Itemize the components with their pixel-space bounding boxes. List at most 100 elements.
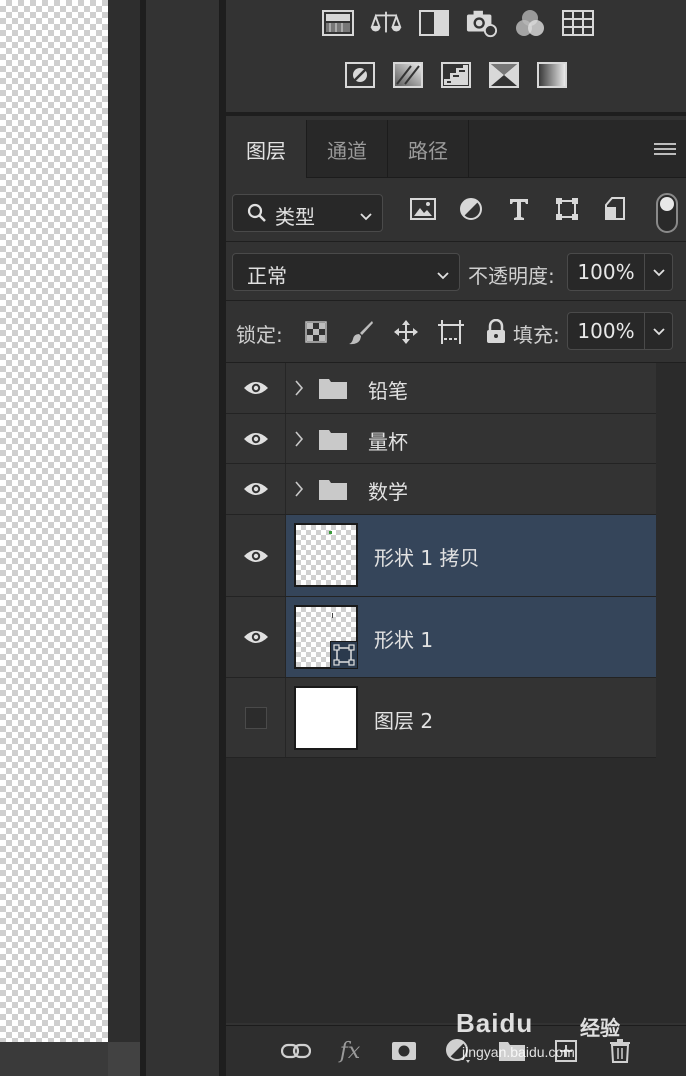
lock-label: 锁定: <box>236 323 283 347</box>
link-layers-icon[interactable] <box>276 1036 316 1066</box>
channel-mixer-icon[interactable] <box>514 6 546 40</box>
visibility-toggle[interactable] <box>226 414 286 463</box>
blend-row: 正常 不透明度: 100% <box>226 242 686 301</box>
layers-list: 铅笔 量杯 数学 形状 1 拷贝 形状 1 图层 2 <box>226 363 656 1023</box>
canvas-corner <box>108 1042 140 1076</box>
tab-paths[interactable]: 路径 <box>388 120 468 178</box>
chevron-down-icon <box>435 264 451 288</box>
visibility-toggle[interactable] <box>226 464 286 514</box>
layer-filter-row: 类型 <box>226 179 686 242</box>
posterize-icon[interactable] <box>392 58 424 92</box>
fill-field[interactable]: 100% <box>567 312 645 350</box>
visibility-toggle[interactable] <box>226 363 286 413</box>
invert-icon[interactable] <box>344 58 376 92</box>
canvas-bottom-bar <box>0 1042 108 1076</box>
selective-color-icon[interactable] <box>488 58 520 92</box>
right-panel-dock: 图层 通道 路径 类型 正常 不透明度: 100% 锁定: 填充: 100% 铅… <box>226 0 686 1076</box>
opacity-dropdown-button[interactable] <box>645 253 673 291</box>
chevron-right-icon[interactable] <box>292 478 306 500</box>
opacity-label: 不透明度: <box>468 264 555 288</box>
folder-icon <box>318 376 348 400</box>
filter-toggle[interactable] <box>656 193 678 233</box>
adjustment-filter-icon[interactable] <box>454 191 488 227</box>
blend-mode-dropdown[interactable]: 正常 <box>232 253 460 291</box>
shape-mark <box>332 613 333 618</box>
tab-divider <box>468 120 469 178</box>
watermark-brand: Baidu <box>456 1008 534 1038</box>
panel-menu-icon[interactable] <box>654 140 676 158</box>
adjustments-row-1 <box>226 6 686 40</box>
layer-group-row[interactable]: 量杯 <box>226 414 656 464</box>
layer-thumbnail <box>294 523 358 587</box>
chevron-down-icon <box>652 269 665 277</box>
adjustments-panel <box>226 0 686 116</box>
shape-layer-badge-icon <box>330 641 358 669</box>
canvas-vertical-scrollbar[interactable] <box>108 0 140 1042</box>
threshold-icon[interactable] <box>440 58 472 92</box>
lock-transparent-pixels-icon[interactable] <box>300 315 332 349</box>
tab-label: 路径 <box>408 138 448 163</box>
collapsed-panel-dock <box>146 0 220 1076</box>
levels-icon[interactable] <box>322 6 354 40</box>
visibility-toggle[interactable] <box>226 515 286 596</box>
fx-label: fx <box>339 1038 361 1064</box>
lock-icons <box>300 315 512 349</box>
watermark-suffix: 经验 <box>580 1016 620 1040</box>
layer-name: 形状 1 <box>374 628 434 652</box>
eye-icon <box>243 631 268 643</box>
adjustments-row-2 <box>226 58 686 92</box>
hidden-box-icon <box>244 706 267 729</box>
layer-group-row[interactable]: 铅笔 <box>226 363 656 414</box>
layer-group-row[interactable]: 数学 <box>226 464 656 515</box>
blend-mode-value: 正常 <box>247 264 287 288</box>
black-white-icon[interactable] <box>418 6 450 40</box>
balance-icon[interactable] <box>370 6 402 40</box>
add-mask-icon[interactable] <box>384 1036 424 1066</box>
lock-row: 锁定: 填充: 100% <box>226 301 686 363</box>
visibility-toggle[interactable] <box>226 678 286 757</box>
chevron-down-icon <box>652 328 665 336</box>
color-lookup-icon[interactable] <box>562 6 594 40</box>
eye-icon <box>243 483 268 495</box>
layer-style-fx-button[interactable]: fx <box>330 1036 370 1066</box>
opacity-field[interactable]: 100% <box>567 253 645 291</box>
lock-image-pixels-icon[interactable] <box>345 315 377 349</box>
chevron-right-icon[interactable] <box>292 428 306 450</box>
smart-object-filter-icon[interactable] <box>598 191 632 227</box>
layer-shape-row[interactable]: 形状 1 <box>226 597 656 678</box>
document-canvas[interactable] <box>0 0 108 1042</box>
lock-position-icon[interactable] <box>390 315 422 349</box>
layer-name: 形状 1 拷贝 <box>374 546 480 570</box>
layer-shape-row[interactable]: 形状 1 拷贝 <box>226 515 656 597</box>
layer-name: 量杯 <box>368 430 408 454</box>
gradient-map-icon[interactable] <box>536 58 568 92</box>
fill-dropdown-button[interactable] <box>645 312 673 350</box>
fill-label: 填充: <box>513 323 560 347</box>
tab-channels[interactable]: 通道 <box>307 120 387 178</box>
eye-icon <box>243 382 268 394</box>
filter-kind-dropdown[interactable]: 类型 <box>232 194 383 232</box>
fill-value: 100% <box>577 319 635 343</box>
chevron-right-icon[interactable] <box>292 377 306 399</box>
shape-dot <box>329 531 332 534</box>
filter-kind-label: 类型 <box>275 205 315 229</box>
eye-icon <box>243 432 268 445</box>
folder-icon <box>318 427 348 451</box>
lock-artboard-icon[interactable] <box>435 315 467 349</box>
tab-label: 图层 <box>246 138 286 163</box>
visibility-toggle[interactable] <box>226 597 286 677</box>
filter-icons <box>406 191 632 227</box>
layers-scrollbar[interactable] <box>656 363 686 1023</box>
opacity-value: 100% <box>577 260 635 284</box>
lock-all-icon[interactable] <box>480 315 512 349</box>
layer-pixel-row[interactable]: 图层 2 <box>226 678 656 758</box>
photo-filter-icon[interactable] <box>466 6 498 40</box>
type-filter-icon[interactable] <box>502 191 536 227</box>
shape-filter-icon[interactable] <box>550 191 584 227</box>
chevron-down-icon <box>358 205 374 229</box>
tab-layers[interactable]: 图层 <box>226 120 306 178</box>
layer-name: 数学 <box>368 480 408 504</box>
tab-label: 通道 <box>327 138 367 163</box>
image-filter-icon[interactable] <box>406 191 440 227</box>
eye-icon <box>243 549 268 562</box>
